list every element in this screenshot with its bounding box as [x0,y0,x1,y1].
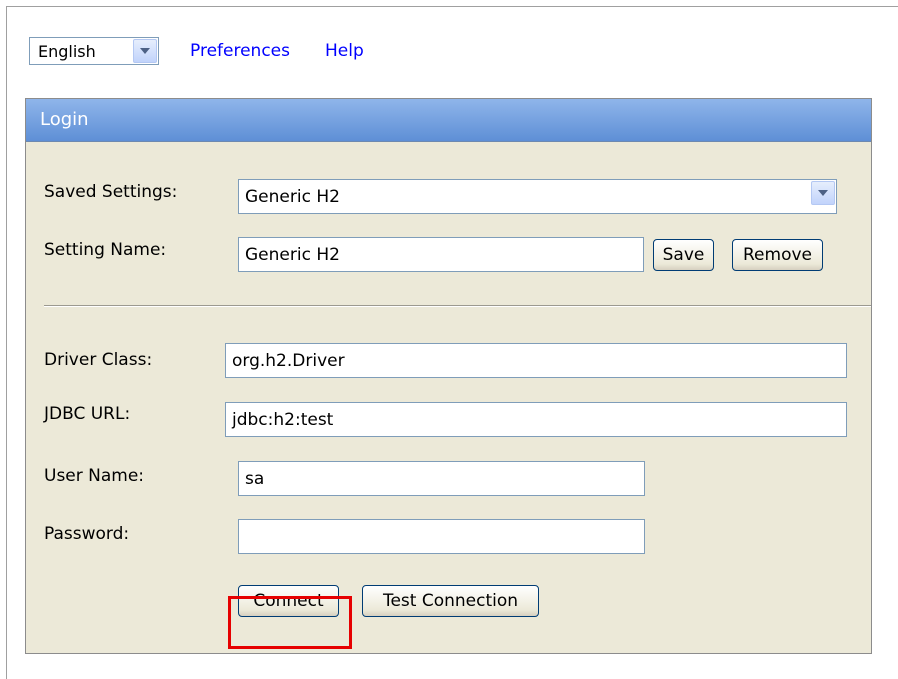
setting-name-value: Generic H2 [245,245,340,265]
saved-settings-label: Saved Settings: [44,182,178,202]
jdbc-url-label: JDBC URL: [44,404,131,424]
connect-highlight-box [228,596,352,649]
setting-name-field[interactable]: Generic H2 [238,237,644,272]
driver-class-label: Driver Class: [44,350,153,370]
test-connection-button[interactable]: Test Connection [362,585,539,617]
divider [44,305,871,307]
login-title: Login [40,109,89,130]
user-name-field[interactable]: sa [238,461,645,496]
password-label: Password: [44,524,130,544]
language-dropdown-button[interactable] [133,39,157,63]
save-button[interactable]: Save [653,239,714,271]
driver-class-value: org.h2.Driver [232,351,345,371]
setting-name-label: Setting Name: [44,240,167,260]
language-select-value: English [38,42,96,61]
remove-button[interactable]: Remove [732,239,823,271]
help-link[interactable]: Help [325,41,364,61]
chevron-down-icon [140,48,150,54]
login-panel: Login Saved Settings: Generic H2 Setting… [25,98,872,654]
login-header: Login [26,99,871,142]
chevron-down-icon [818,190,828,196]
password-field[interactable] [238,519,645,554]
saved-settings-select[interactable]: Generic H2 [238,179,837,214]
user-name-value: sa [245,469,265,489]
language-select[interactable]: English [29,37,159,65]
jdbc-url-field[interactable]: jdbc:h2:test [225,402,847,437]
jdbc-url-value: jdbc:h2:test [232,410,334,430]
saved-settings-dropdown-button[interactable] [811,181,835,205]
user-name-label: User Name: [44,466,145,486]
saved-settings-value: Generic H2 [245,187,340,207]
driver-class-field[interactable]: org.h2.Driver [225,343,847,378]
preferences-link[interactable]: Preferences [190,41,290,61]
